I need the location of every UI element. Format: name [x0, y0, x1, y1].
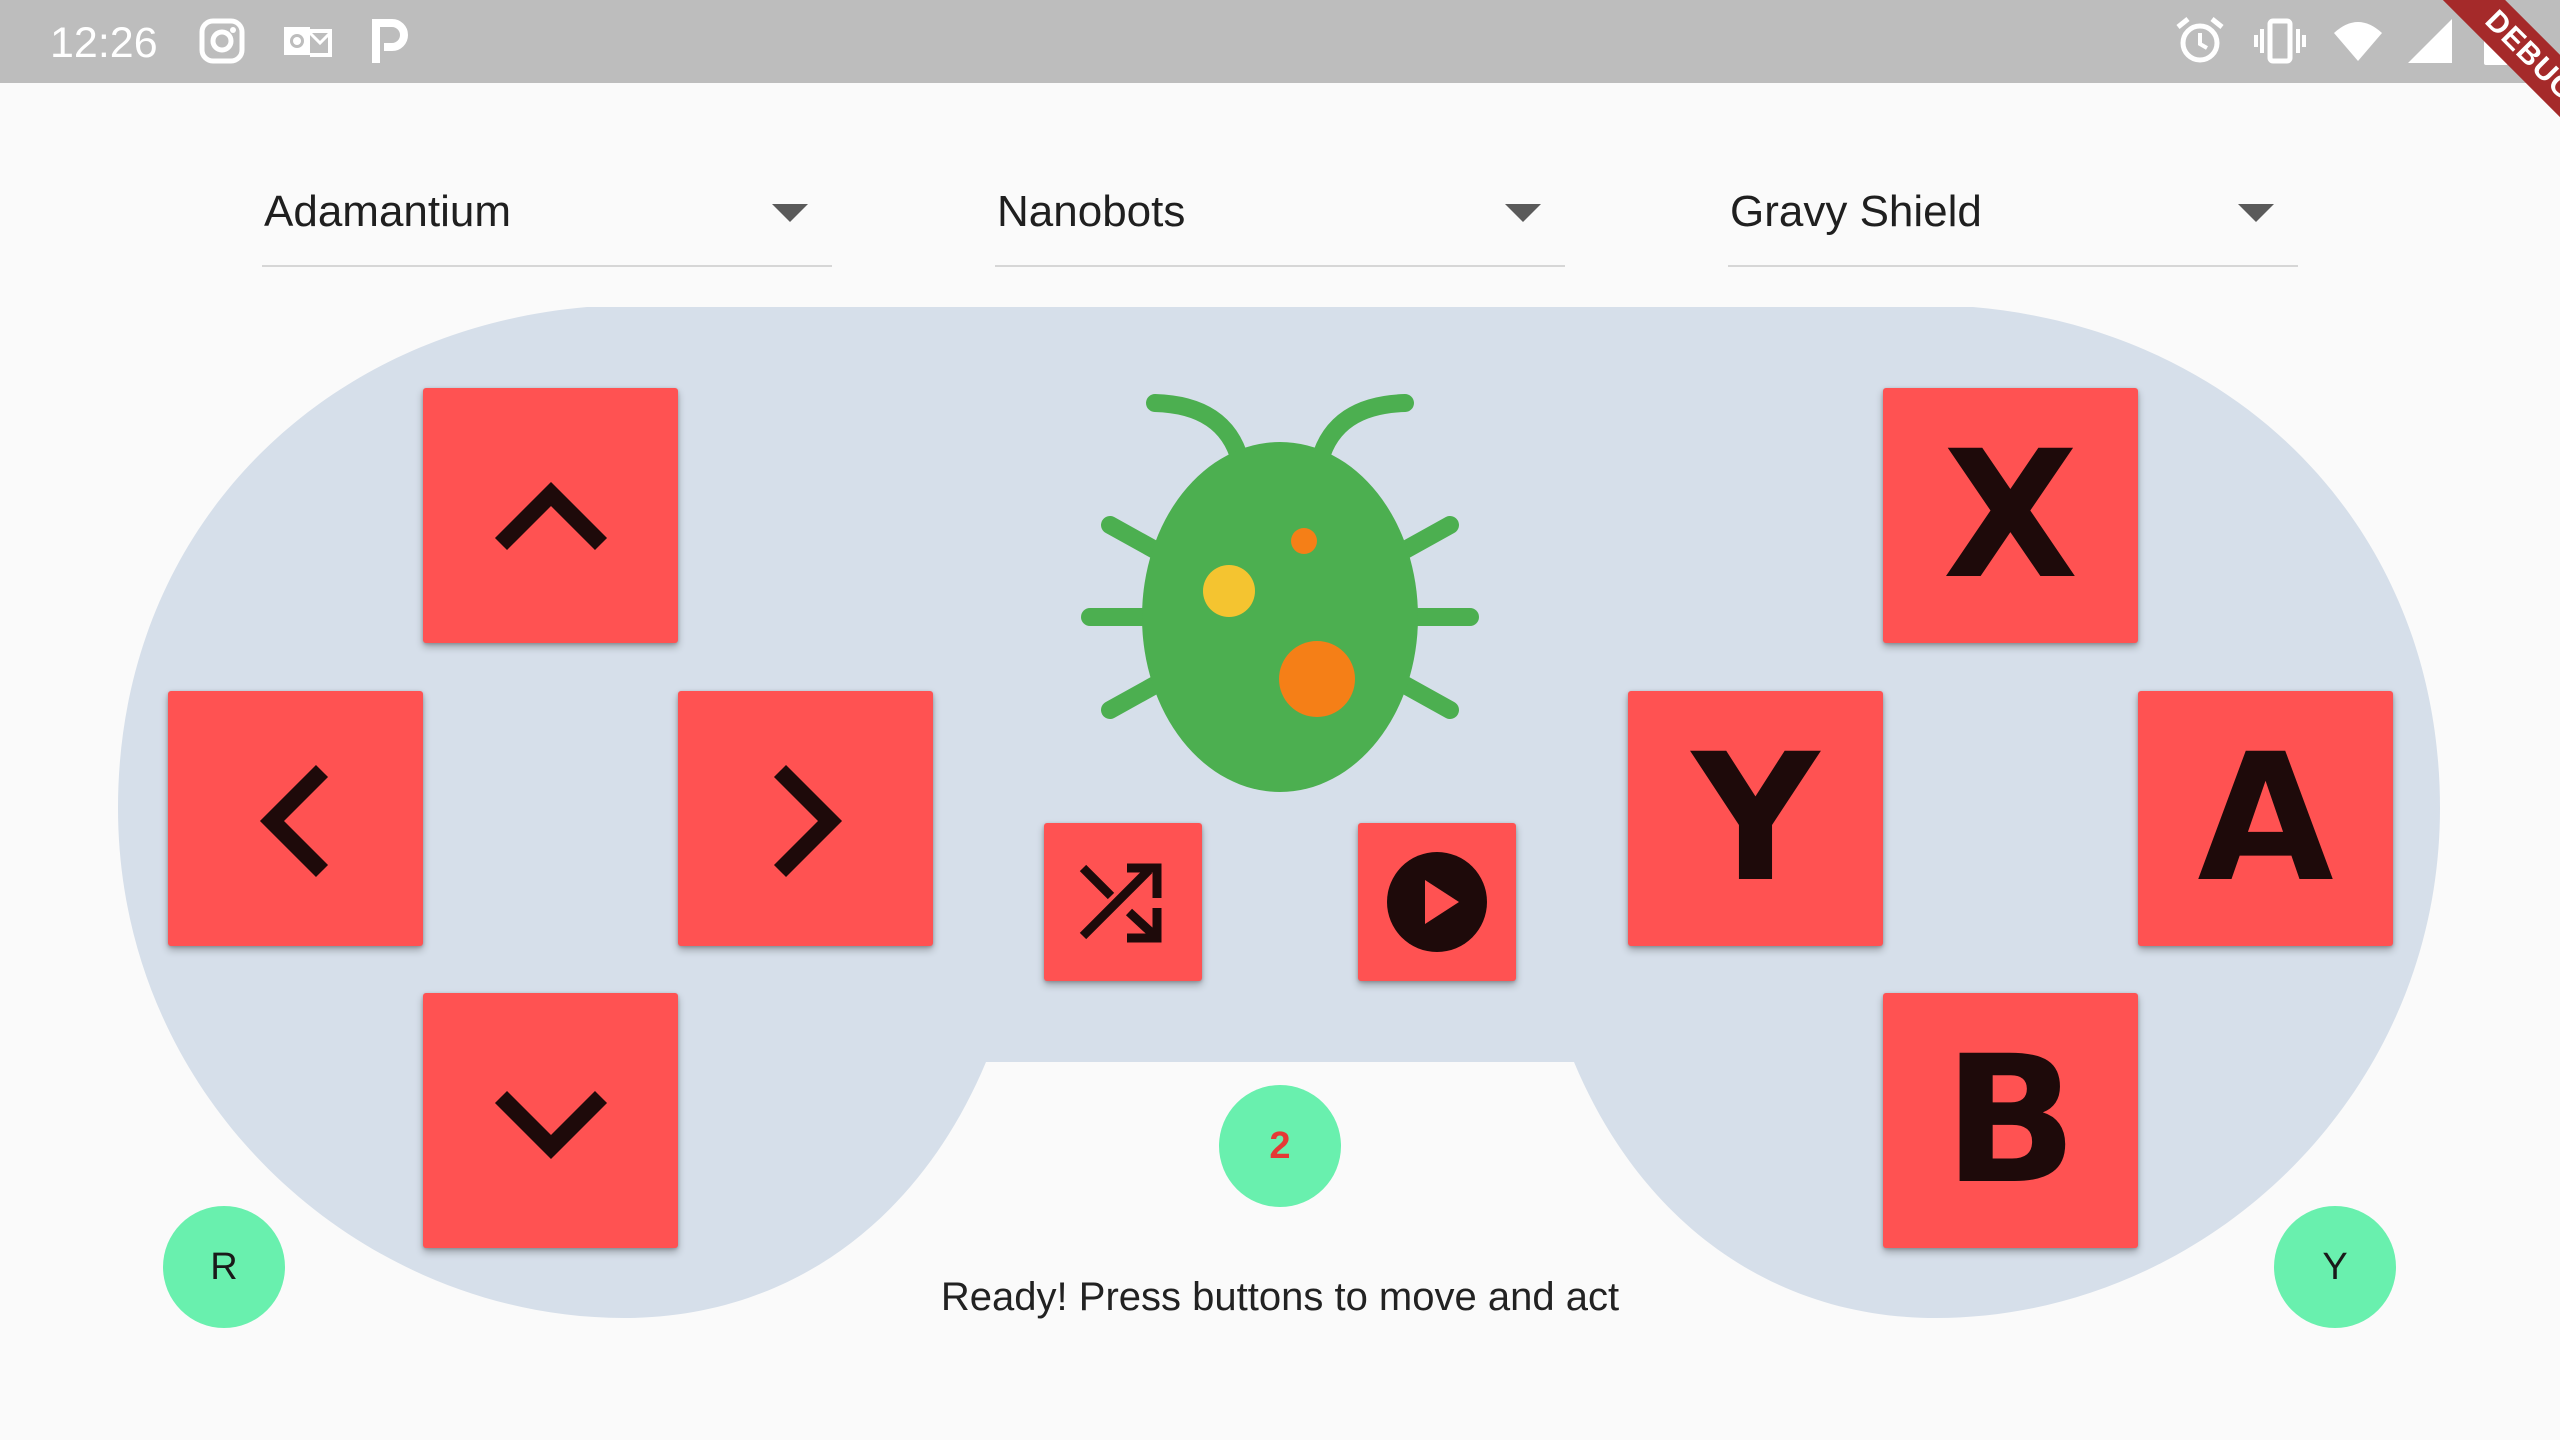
a-button[interactable]: A: [2138, 691, 2393, 946]
y-button-label: Y: [1691, 715, 1820, 921]
dpad-right-button[interactable]: [678, 691, 933, 946]
x-button-label: X: [1942, 412, 2079, 618]
counter-value: 2: [1269, 1124, 1291, 1167]
dpad-down-button[interactable]: [423, 993, 678, 1248]
right-corner-button[interactable]: Y: [2274, 1206, 2396, 1328]
chevron-right-icon: [773, 764, 842, 877]
chevron-down-icon: [494, 1090, 607, 1159]
chevron-left-icon: [259, 764, 328, 877]
bug-icon: [1075, 385, 1485, 805]
b-button-label: B: [1943, 1017, 2078, 1223]
a-button-label: A: [2197, 715, 2334, 921]
play-circle-icon: [1387, 852, 1487, 952]
y-button[interactable]: Y: [1628, 691, 1883, 946]
chevron-up-icon: [494, 481, 607, 550]
status-message: Ready! Press buttons to move and act: [940, 1275, 1620, 1319]
dpad-up-button[interactable]: [423, 388, 678, 643]
dpad-left-button[interactable]: [168, 691, 423, 946]
x-button[interactable]: X: [1883, 388, 2138, 643]
left-corner-label: R: [210, 1245, 238, 1288]
right-corner-label: Y: [2322, 1245, 2348, 1288]
left-corner-button[interactable]: R: [163, 1206, 285, 1328]
b-button[interactable]: B: [1883, 993, 2138, 1248]
play-button[interactable]: [1358, 823, 1516, 981]
shuffle-button[interactable]: [1044, 823, 1202, 981]
shuffle-icon: [1079, 863, 1162, 943]
counter-button[interactable]: 2: [1219, 1085, 1341, 1207]
